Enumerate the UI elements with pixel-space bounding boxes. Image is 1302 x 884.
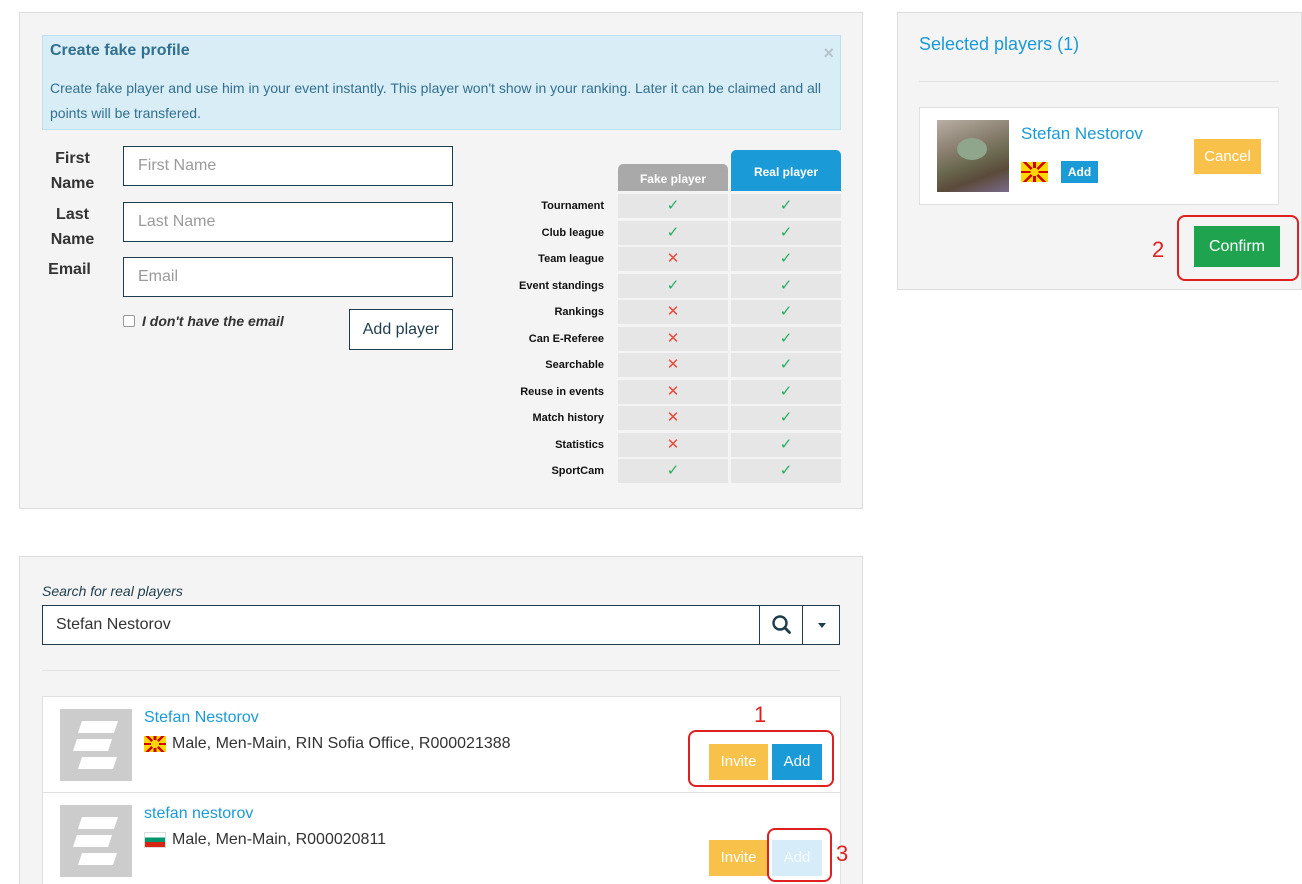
comparison-feature-label: Statistics — [555, 439, 604, 451]
email-label: Email — [48, 261, 91, 278]
selected-player-card: Stefan Nestorov Add Cancel — [919, 107, 1279, 205]
annotation-box-1 — [688, 730, 834, 787]
comparison-feature-label: Match history — [532, 412, 604, 424]
annotation-number-2: 2 — [1152, 237, 1165, 262]
no-email-option[interactable]: I don't have the email — [123, 313, 284, 329]
search-icon — [772, 615, 791, 634]
check-icon: ✓ — [731, 194, 841, 218]
result-player-name[interactable]: Stefan Nestorov — [144, 709, 259, 727]
selected-player-name[interactable]: Stefan Nestorov — [1021, 124, 1143, 144]
annotation-number-1: 1 — [754, 702, 767, 727]
check-icon: ✓ — [618, 459, 728, 483]
last-name-label: Last Name — [50, 206, 95, 248]
check-icon: ✓ — [618, 221, 728, 245]
first-name-label: First Name — [50, 150, 95, 192]
search-button[interactable] — [759, 606, 802, 644]
cross-icon: ✕ — [618, 353, 728, 377]
cross-icon: ✕ — [618, 327, 728, 351]
check-icon: ✓ — [731, 300, 841, 324]
player-placeholder-icon — [73, 721, 118, 769]
caret-down-icon — [818, 623, 826, 628]
search-input[interactable] — [43, 606, 759, 644]
flag-north-macedonia-icon — [144, 736, 166, 752]
comparison-feature-label: Team league — [538, 253, 604, 265]
check-icon: ✓ — [618, 194, 728, 218]
check-icon: ✓ — [731, 221, 841, 245]
comparison-feature-label: Can E-Referee — [528, 333, 604, 345]
comparison-feature-label: Reuse in events — [520, 386, 604, 398]
flag-north-macedonia-icon — [1021, 162, 1048, 182]
check-icon: ✓ — [731, 459, 841, 483]
avatar-placeholder — [60, 709, 132, 781]
email-field[interactable] — [123, 257, 453, 297]
cross-icon: ✕ — [618, 247, 728, 271]
cancel-button[interactable]: Cancel — [1194, 139, 1261, 174]
no-email-label: I don't have the email — [142, 313, 284, 329]
comparison-feature-label: Tournament — [541, 200, 604, 212]
result-info-text: Male, Men-Main, R000020811 — [172, 831, 387, 848]
add-player-button[interactable]: Add player — [349, 309, 453, 350]
check-icon: ✓ — [731, 353, 841, 377]
result-player-name[interactable]: stefan nestorov — [144, 805, 253, 823]
check-icon: ✓ — [731, 380, 841, 404]
selected-players-title: Selected players (1) — [919, 34, 1080, 54]
info-alert: Create fake profile Create fake player a… — [42, 35, 841, 130]
alert-title: Create fake profile — [50, 42, 190, 59]
result-row: stefan nestorov Male, Men-Main, R0000208… — [42, 792, 841, 884]
selected-add-button[interactable]: Add — [1061, 161, 1098, 183]
comparison-feature-label: Club league — [541, 227, 604, 239]
search-real-players-panel: Search for real players Stefan Nestorov — [19, 556, 863, 884]
check-icon: ✓ — [731, 406, 841, 430]
check-icon: ✓ — [731, 247, 841, 271]
check-icon: ✓ — [731, 274, 841, 298]
no-email-checkbox[interactable] — [123, 315, 135, 327]
comparison-feature-label: SportCam — [551, 465, 604, 477]
last-name-field[interactable] — [123, 202, 453, 242]
comparison-feature-label: Rankings — [554, 306, 604, 318]
invite-button[interactable]: Invite — [709, 840, 768, 876]
create-fake-profile-panel: Create fake profile Create fake player a… — [19, 12, 863, 509]
cross-icon: ✕ — [618, 433, 728, 457]
comparison-feature-label: Searchable — [545, 359, 604, 371]
divider — [42, 670, 840, 671]
check-icon: ✓ — [731, 433, 841, 457]
divider — [919, 81, 1279, 82]
annotation-box-2 — [1177, 215, 1299, 281]
flag-bulgaria-icon — [144, 832, 166, 848]
check-icon: ✓ — [618, 274, 728, 298]
search-box — [42, 605, 840, 645]
search-label: Search for real players — [42, 583, 183, 599]
close-icon[interactable]: × — [823, 43, 834, 64]
first-name-field[interactable] — [123, 146, 453, 186]
annotation-box-3 — [767, 828, 832, 882]
annotation-number-3: 3 — [836, 841, 849, 866]
result-player-info: Male, Men-Main, RIN Sofia Office, R00002… — [144, 735, 511, 753]
cross-icon: ✕ — [618, 300, 728, 324]
player-placeholder-icon — [73, 817, 118, 865]
real-player-column-header: Real player — [731, 150, 841, 191]
result-info-text: Male, Men-Main, RIN Sofia Office, R00002… — [172, 735, 511, 752]
result-player-info: Male, Men-Main, R000020811 — [144, 831, 386, 849]
avatar-placeholder — [60, 805, 132, 877]
search-dropdown-button[interactable] — [802, 606, 840, 644]
player-photo — [937, 120, 1009, 192]
alert-description: Create fake player and use him in your e… — [50, 80, 822, 121]
check-icon: ✓ — [731, 327, 841, 351]
fake-player-column-header: Fake player — [618, 164, 728, 191]
comparison-feature-label: Event standings — [519, 280, 604, 292]
cross-icon: ✕ — [618, 380, 728, 404]
cross-icon: ✕ — [618, 406, 728, 430]
